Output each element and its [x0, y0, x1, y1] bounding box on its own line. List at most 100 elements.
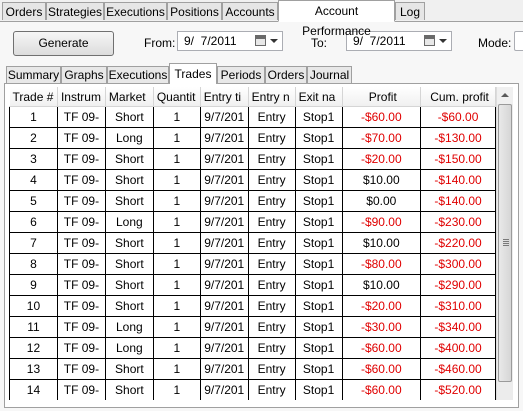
column-header-trade-number[interactable]: Trade #	[9, 87, 58, 107]
quantity-cell: 1	[153, 337, 201, 359]
tab-periods[interactable]: Periods	[217, 66, 265, 83]
instrument-cell: TF 09-	[57, 127, 106, 149]
quantity-cell: 1	[153, 148, 201, 170]
profit-cell: $10.00	[342, 232, 422, 254]
table-row[interactable]: 4 TF 09- Short 1 9/7/201 Entry Stop1 $10.00 -$14…	[9, 169, 496, 191]
entry-name-cell: Entry	[248, 253, 296, 275]
tab-executions-inner[interactable]: Executions	[107, 66, 169, 83]
trade-number-cell: 10	[9, 295, 58, 317]
entry-name-cell: Entry	[248, 211, 296, 233]
tab-orders-inner[interactable]: Orders	[265, 66, 307, 83]
trade-number-cell: 13	[9, 358, 58, 380]
arrow-up-icon	[501, 93, 509, 97]
quantity-cell: 1	[153, 127, 201, 149]
profit-cell: -$70.00	[342, 127, 422, 149]
table-row[interactable]: 12 TF 09- Long 1 9/7/201 Entry Stop1 -$60.00 -$4…	[9, 337, 496, 359]
instrument-cell: TF 09-	[57, 211, 106, 233]
trade-number-cell: 5	[9, 190, 58, 212]
trade-number-cell: 9	[9, 274, 58, 296]
tab-summary[interactable]: Summary	[6, 66, 61, 83]
tab-executions[interactable]: Executions	[104, 2, 167, 20]
from-date-picker[interactable]: 9/ 7/2011	[177, 31, 283, 51]
entry-name-cell: Entry	[248, 295, 296, 317]
column-header-entry-time[interactable]: Entry ti	[200, 87, 249, 107]
instrument-cell: TF 09-	[57, 190, 106, 212]
exit-name-cell: Stop1	[295, 253, 343, 275]
trade-number-cell: 3	[9, 148, 58, 170]
vertical-scrollbar[interactable]	[496, 87, 513, 400]
cum-profit-cell: -$520.00	[420, 379, 496, 400]
table-row[interactable]: 9 TF 09- Short 1 9/7/201 Entry Stop1 $10.00 -$29…	[9, 274, 496, 296]
grid-header: Trade # Instrum Market Quantit Entry ti …	[9, 87, 496, 107]
column-header-entry-name[interactable]: Entry n	[248, 87, 296, 107]
chevron-down-icon[interactable]	[439, 39, 447, 43]
tab-orders[interactable]: Orders	[2, 2, 46, 20]
table-row[interactable]: 13 TF 09- Short 1 9/7/201 Entry Stop1 -$60.00 -$…	[9, 358, 496, 380]
market-position-cell: Short	[105, 358, 154, 380]
trade-number-cell: 6	[9, 211, 58, 233]
exit-name-cell: Stop1	[295, 379, 343, 400]
market-position-cell: Short	[105, 106, 154, 128]
entry-name-cell: Entry	[248, 274, 296, 296]
quantity-cell: 1	[153, 232, 201, 254]
entry-time-cell: 9/7/201	[200, 295, 249, 317]
from-date-value: 9/ 7/2011	[184, 34, 237, 48]
table-row[interactable]: 14 TF 09- Short 1 9/7/201 Entry Stop1 -$60.00 -$…	[9, 379, 496, 400]
entry-time-cell: 9/7/201	[200, 148, 249, 170]
entry-name-cell: Entry	[248, 106, 296, 128]
chevron-down-icon[interactable]	[270, 39, 278, 43]
table-row[interactable]: 3 TF 09- Short 1 9/7/201 Entry Stop1 -$20.00 -$1…	[9, 148, 496, 170]
tab-account-performance[interactable]: Account Performance	[278, 0, 395, 38]
generate-button[interactable]: Generate	[13, 31, 114, 56]
quantity-cell: 1	[153, 253, 201, 275]
table-row[interactable]: 1 TF 09- Short 1 9/7/201 Entry Stop1 -$60.00 -$6…	[9, 106, 496, 128]
market-position-cell: Short	[105, 148, 154, 170]
table-row[interactable]: 5 TF 09- Short 1 9/7/201 Entry Stop1 $0.00 -$140…	[9, 190, 496, 212]
table-row[interactable]: 7 TF 09- Short 1 9/7/201 Entry Stop1 $10.00 -$22…	[9, 232, 496, 254]
table-row[interactable]: 8 TF 09- Short 1 9/7/201 Entry Stop1 -$80.00 -$3…	[9, 253, 496, 275]
table-row[interactable]: 10 TF 09- Short 1 9/7/201 Entry Stop1 -$20.00 -$…	[9, 295, 496, 317]
column-header-instrument[interactable]: Instrum	[57, 87, 106, 107]
tab-strategies[interactable]: Strategies	[46, 2, 104, 20]
tab-trades[interactable]: Trades	[169, 63, 217, 84]
column-header-market-position[interactable]: Market	[105, 87, 154, 107]
instrument-cell: TF 09-	[57, 316, 106, 338]
exit-name-cell: Stop1	[295, 232, 343, 254]
entry-time-cell: 9/7/201	[200, 316, 249, 338]
calendar-icon[interactable]	[424, 35, 435, 46]
tab-graphs[interactable]: Graphs	[61, 66, 107, 83]
entry-name-cell: Entry	[248, 169, 296, 191]
market-position-cell: Long	[105, 127, 154, 149]
mode-select[interactable]	[514, 31, 523, 51]
quantity-cell: 1	[153, 274, 201, 296]
column-header-exit-name[interactable]: Exit na	[295, 87, 343, 107]
entry-time-cell: 9/7/201	[200, 190, 249, 212]
table-row[interactable]: 2 TF 09- Long 1 9/7/201 Entry Stop1 -$70.00 -$13…	[9, 127, 496, 149]
market-position-cell: Short	[105, 190, 154, 212]
calendar-icon[interactable]	[255, 35, 266, 46]
column-header-profit[interactable]: Profit	[342, 87, 422, 107]
tab-log[interactable]: Log	[395, 2, 425, 20]
tab-positions[interactable]: Positions	[167, 2, 222, 20]
trades-grid[interactable]: Trade # Instrum Market Quantit Entry ti …	[9, 87, 496, 400]
profit-cell: $10.00	[342, 274, 422, 296]
scroll-thumb[interactable]	[498, 104, 512, 382]
exit-name-cell: Stop1	[295, 106, 343, 128]
entry-name-cell: Entry	[248, 127, 296, 149]
tab-accounts[interactable]: Accounts	[222, 2, 278, 20]
tab-journal[interactable]: Journal	[307, 66, 352, 83]
profit-cell: -$90.00	[342, 211, 422, 233]
profit-cell: -$60.00	[342, 337, 422, 359]
column-header-cum-profit[interactable]: Cum. profit	[420, 87, 496, 107]
cum-profit-cell: -$290.00	[420, 274, 496, 296]
exit-name-cell: Stop1	[295, 337, 343, 359]
profit-cell: -$20.00	[342, 295, 422, 317]
scroll-up-button[interactable]	[497, 87, 513, 104]
trade-number-cell: 2	[9, 127, 58, 149]
market-position-cell: Short	[105, 253, 154, 275]
table-row[interactable]: 6 TF 09- Long 1 9/7/201 Entry Stop1 -$90.00 -$23…	[9, 211, 496, 233]
market-position-cell: Short	[105, 232, 154, 254]
column-header-quantity[interactable]: Quantit	[153, 87, 201, 107]
cum-profit-cell: -$220.00	[420, 232, 496, 254]
table-row[interactable]: 11 TF 09- Long 1 9/7/201 Entry Stop1 -$30.00 -$3…	[9, 316, 496, 338]
